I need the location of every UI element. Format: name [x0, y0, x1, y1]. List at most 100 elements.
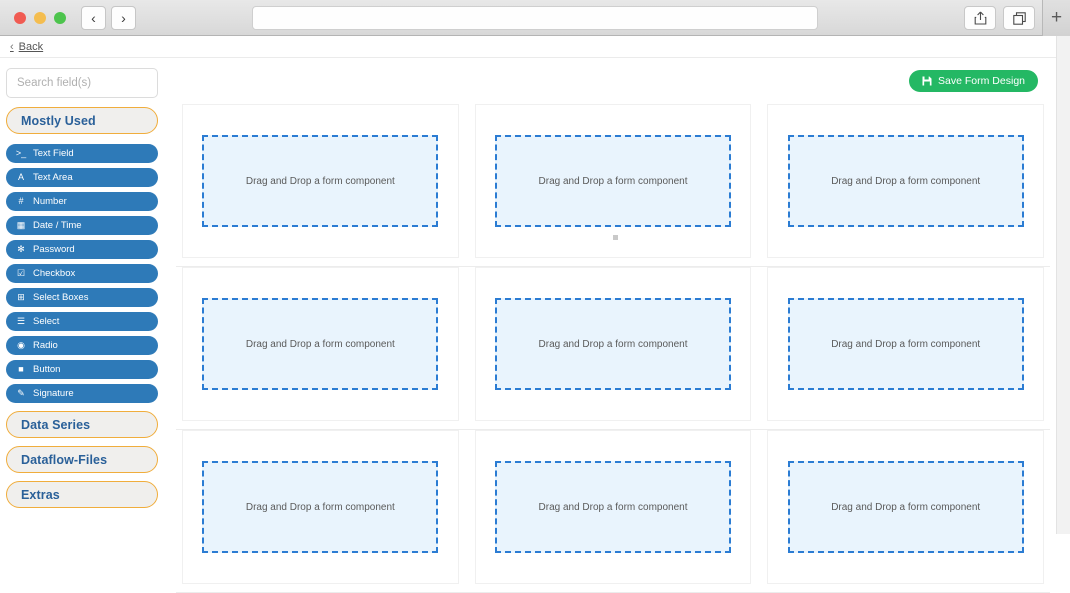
field-palette-sidebar: Mostly Used >_ Text Field A Text Area # …	[0, 58, 170, 534]
dropzone[interactable]: Drag and Drop a form component	[202, 135, 439, 227]
dropzone-label: Drag and Drop a form component	[831, 175, 981, 187]
back-bar: ‹ Back	[0, 36, 1056, 58]
canvas-cell[interactable]: Drag and Drop a form component	[474, 267, 752, 421]
browser-forward-button[interactable]: ›	[111, 5, 136, 30]
dropzone-label: Drag and Drop a form component	[538, 175, 688, 187]
field-button-password[interactable]: ✻ Password	[6, 240, 158, 259]
close-window-button[interactable]	[14, 11, 26, 24]
canvas-cell[interactable]: Drag and Drop a form component	[767, 430, 1045, 584]
body-area: Mostly Used >_ Text Field A Text Area # …	[0, 58, 1056, 593]
save-disk-icon	[922, 76, 932, 86]
dropzone[interactable]: Drag and Drop a form component	[787, 461, 1024, 553]
save-button-label: Save Form Design	[938, 75, 1025, 87]
canvas-cell[interactable]: Drag and Drop a form component	[474, 104, 752, 258]
field-button-checkbox[interactable]: ☑ Checkbox	[6, 264, 158, 283]
tabs-icon	[1012, 11, 1026, 25]
chevron-left-icon: ‹	[91, 9, 96, 26]
search-input[interactable]	[6, 68, 158, 98]
field-button-text-field[interactable]: >_ Text Field	[6, 144, 158, 163]
traffic-lights	[0, 11, 66, 24]
dropzone[interactable]: Drag and Drop a form component	[787, 135, 1024, 227]
back-link-label: Back	[18, 40, 44, 53]
dropzone-label: Drag and Drop a form component	[245, 501, 395, 513]
field-button-label: Select Boxes	[33, 292, 89, 303]
field-button-select-boxes[interactable]: ⊞ Select Boxes	[6, 288, 158, 307]
field-button-label: Text Area	[33, 172, 73, 183]
maximize-window-button[interactable]	[54, 11, 66, 24]
field-button-number[interactable]: # Number	[6, 192, 158, 211]
field-button-label: Text Field	[33, 148, 74, 159]
share-icon	[974, 11, 986, 25]
sidebar-section-label: Data Series	[21, 417, 91, 432]
asterisk-icon: ✻	[17, 244, 25, 254]
dropzone[interactable]: Drag and Drop a form component	[494, 135, 732, 227]
canvas-cell[interactable]: Drag and Drop a form component	[474, 430, 752, 584]
new-tab-button[interactable]: +	[1042, 0, 1070, 36]
terminal-prompt-icon: >_	[15, 148, 27, 158]
dropzone-label: Drag and Drop a form component	[245, 175, 395, 187]
dropzone-label: Drag and Drop a form component	[245, 338, 395, 350]
field-button-label: Date / Time	[33, 220, 82, 231]
dropzone[interactable]: Drag and Drop a form component	[494, 461, 732, 553]
dropzone[interactable]: Drag and Drop a form component	[787, 298, 1024, 390]
dropzone[interactable]: Drag and Drop a form component	[202, 461, 439, 553]
back-link[interactable]: ‹ Back	[10, 41, 43, 53]
field-button-label: Password	[33, 244, 75, 255]
dropzone-label: Drag and Drop a form component	[831, 501, 981, 513]
field-button-select[interactable]: ☰ Select	[6, 312, 158, 331]
field-button-text-area[interactable]: A Text Area	[6, 168, 158, 187]
chevron-right-icon: ›	[121, 9, 126, 26]
canvas-cell[interactable]: Drag and Drop a form component	[767, 267, 1045, 421]
chevron-left-icon: ‹	[10, 40, 14, 53]
window-right-gutter	[1056, 36, 1070, 534]
field-button-label: Number	[33, 196, 67, 207]
resize-handle-marker[interactable]	[613, 235, 618, 240]
dropzone-label: Drag and Drop a form component	[831, 338, 981, 350]
canvas-cell[interactable]: Drag and Drop a form component	[182, 430, 459, 584]
sidebar-section-mostly-used[interactable]: Mostly Used	[6, 107, 158, 134]
calendar-icon: ▦	[16, 220, 26, 230]
canvas-cell[interactable]: Drag and Drop a form component	[182, 104, 459, 258]
canvas-cell[interactable]: Drag and Drop a form component	[767, 104, 1045, 258]
field-button-label: Select	[33, 316, 60, 327]
radio-icon: ◉	[17, 340, 25, 350]
canvas-toolbar: Save Form Design	[176, 58, 1050, 104]
sidebar-section-label: Extras	[21, 487, 60, 502]
sidebar-section-label: Dataflow-Files	[21, 452, 108, 467]
dropzone-label: Drag and Drop a form component	[538, 501, 688, 513]
minimize-window-button[interactable]	[34, 11, 46, 24]
field-button-radio[interactable]: ◉ Radio	[6, 336, 158, 355]
plus-icon: +	[1050, 7, 1063, 28]
hash-icon: #	[18, 196, 24, 206]
field-button-label: Radio	[33, 340, 58, 351]
field-button-label: Signature	[33, 388, 74, 399]
canvas-row: Drag and Drop a form component Drag and …	[176, 104, 1050, 267]
checkbox-icon: ☑	[16, 268, 26, 278]
sidebar-section-data-series[interactable]: Data Series	[6, 411, 158, 438]
canvas-row: Drag and Drop a form component Drag and …	[176, 267, 1050, 430]
sidebar-section-label: Mostly Used	[21, 113, 96, 128]
field-button-list: >_ Text Field A Text Area # Number ▦ Dat…	[6, 144, 162, 403]
navigation-buttons: ‹ ›	[81, 5, 136, 30]
save-form-design-button[interactable]: Save Form Design	[909, 70, 1038, 92]
chrome-right-controls: +	[964, 0, 1070, 36]
page-content: ‹ Back Mostly Used >_ Text Field A Text …	[0, 36, 1056, 593]
square-icon: ■	[18, 364, 24, 374]
show-tabs-button[interactable]	[1003, 6, 1035, 30]
browser-back-button[interactable]: ‹	[81, 5, 106, 30]
dropzone[interactable]: Drag and Drop a form component	[494, 298, 732, 390]
canvas-cell[interactable]: Drag and Drop a form component	[182, 267, 459, 421]
field-button-signature[interactable]: ✎ Signature	[6, 384, 158, 403]
dropzone[interactable]: Drag and Drop a form component	[202, 298, 439, 390]
canvas-row: Drag and Drop a form component Drag and …	[176, 430, 1050, 593]
field-button-label: Button	[33, 364, 61, 375]
letter-a-icon: A	[17, 172, 24, 182]
dropzone-label: Drag and Drop a form component	[538, 338, 688, 350]
sidebar-section-extras[interactable]: Extras	[6, 481, 158, 508]
address-bar-input[interactable]	[252, 6, 818, 30]
form-design-canvas: Save Form Design Drag and Drop a form co…	[170, 58, 1056, 593]
field-button-date-time[interactable]: ▦ Date / Time	[6, 216, 158, 235]
sidebar-section-dataflow-files[interactable]: Dataflow-Files	[6, 446, 158, 473]
share-button[interactable]	[964, 6, 996, 30]
field-button-button[interactable]: ■ Button	[6, 360, 158, 379]
